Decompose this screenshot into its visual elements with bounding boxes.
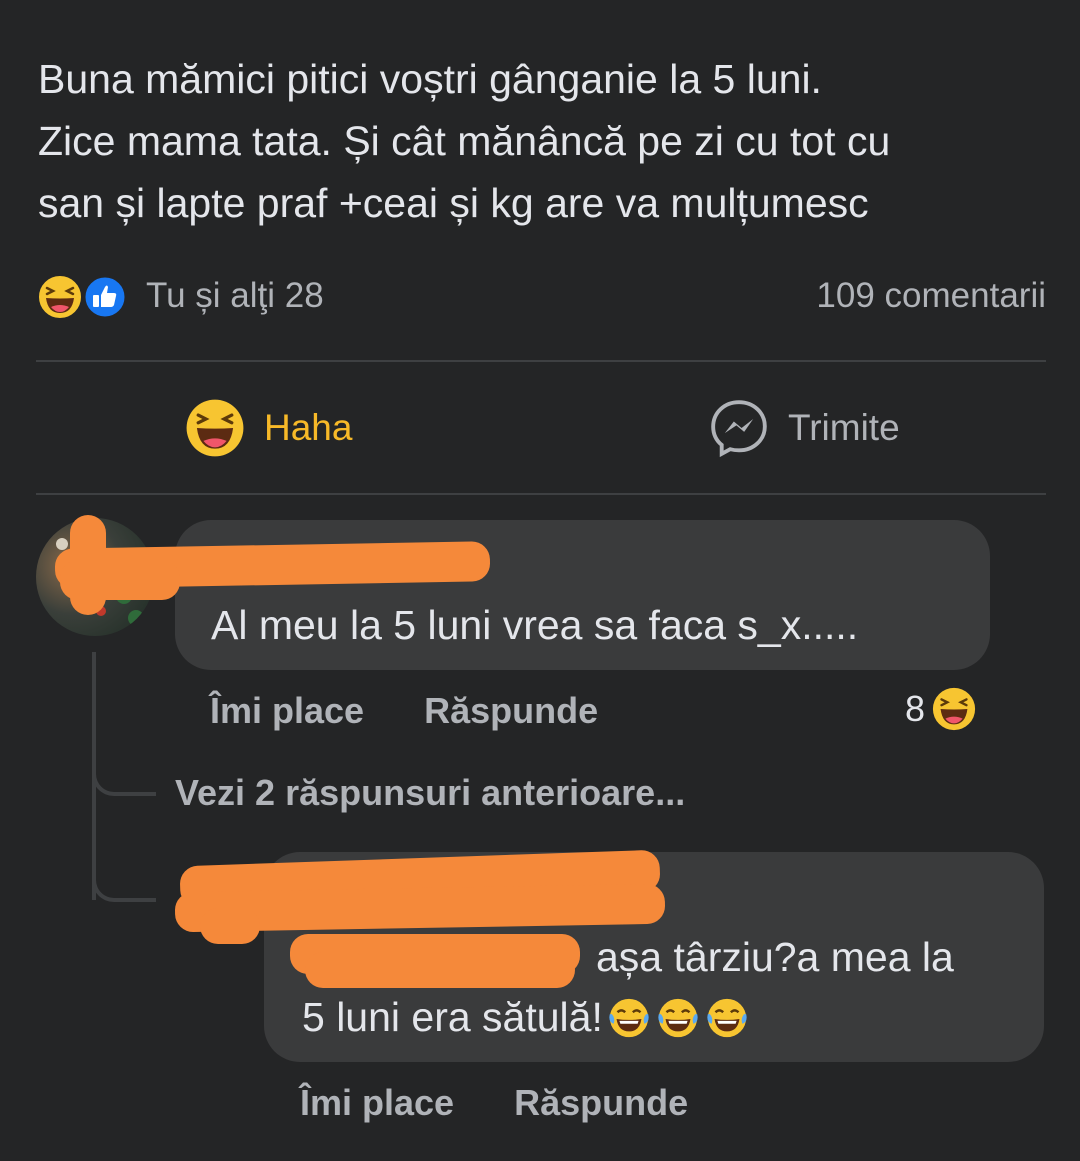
reply-link[interactable]: Răspunde bbox=[514, 1082, 688, 1124]
divider bbox=[36, 493, 1046, 495]
haha-emoji-icon bbox=[932, 687, 976, 731]
crying-laughing-emoji-icon bbox=[609, 998, 649, 1037]
haha-emoji-icon bbox=[37, 274, 83, 320]
thread-branch bbox=[92, 846, 156, 902]
haha-button[interactable]: Haha bbox=[184, 396, 352, 460]
send-label: Trimite bbox=[788, 407, 900, 448]
haha-label: Haha bbox=[264, 407, 353, 448]
reply-actions: Îmi place Răspunde bbox=[300, 1082, 688, 1124]
send-button[interactable]: Trimite bbox=[708, 396, 900, 460]
haha-emoji-icon bbox=[186, 399, 244, 457]
comments-count[interactable]: 109 comentarii bbox=[816, 276, 1046, 316]
redaction-mark bbox=[200, 908, 260, 944]
comment-bubble[interactable]: Al meu la 5 luni vrea sa faca s_x..... bbox=[175, 520, 990, 670]
redaction-mark bbox=[305, 952, 575, 988]
reaction-icons[interactable] bbox=[36, 268, 136, 324]
post-text-line: Zice mama tata. Și cât mănâncă pe zi cu … bbox=[38, 118, 891, 164]
reply-text: 5 luni era sătulă! bbox=[302, 994, 603, 1040]
comment-reaction-badge[interactable]: 8 bbox=[905, 686, 977, 732]
see-more-replies-link[interactable]: Vezi 2 răspunsuri anterioare... bbox=[175, 772, 685, 814]
thread-branch bbox=[92, 740, 156, 796]
reactions-summary: Tu și alţi 28 109 comentarii bbox=[36, 268, 1046, 324]
comment-reaction-count: 8 bbox=[905, 688, 926, 729]
crying-laughing-emoji-icon bbox=[658, 998, 698, 1037]
reaction-count-text[interactable]: Tu și alţi 28 bbox=[146, 276, 324, 316]
reply-text-line: așa târziu?a mea la bbox=[596, 934, 954, 980]
post-text: Buna mămici pitici voștri gânganie la 5 … bbox=[38, 48, 1048, 234]
comment-text: Al meu la 5 luni vrea sa faca s_x..... bbox=[211, 602, 859, 648]
crying-laughing-emoji-icon bbox=[707, 998, 747, 1037]
like-thumb-icon bbox=[82, 274, 128, 320]
reply-link[interactable]: Răspunde bbox=[424, 690, 598, 732]
post-text-line: san și lapte praf +ceai și kg are va mul… bbox=[38, 180, 869, 226]
messenger-icon bbox=[711, 400, 767, 458]
post-actions: Haha Trimite bbox=[36, 362, 1046, 494]
redaction-mark bbox=[70, 515, 106, 615]
comment-actions: Îmi place Răspunde bbox=[210, 690, 598, 732]
reply-text-line: 5 luni era sătulă! bbox=[302, 994, 750, 1041]
post-text-line: Buna mămici pitici voștri gânganie la 5 … bbox=[38, 56, 822, 102]
like-link[interactable]: Îmi place bbox=[300, 1082, 454, 1124]
like-link[interactable]: Îmi place bbox=[210, 690, 364, 732]
